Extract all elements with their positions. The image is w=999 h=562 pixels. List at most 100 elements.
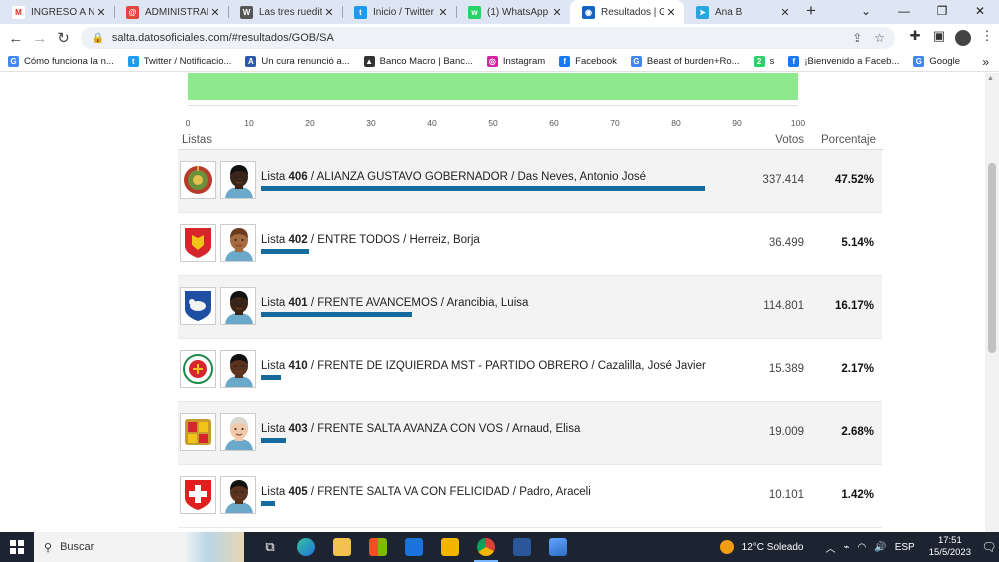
bookmark-label[interactable]: Facebook — [575, 56, 617, 67]
list-title: Lista 405 / FRENTE SALTA VA CON FELICIDA… — [261, 486, 591, 498]
bookmark-item[interactable]: G Google — [913, 56, 960, 67]
tab-close-icon[interactable]: ✕ — [778, 6, 792, 19]
browser-tab[interactable]: t Inicio / Twitter ✕ — [342, 0, 456, 24]
browser-tab[interactable]: M INGRESO A NDR✕ — [0, 0, 114, 24]
votes-count: 36.499 — [768, 237, 804, 249]
profile-avatar[interactable] — [951, 28, 975, 49]
share-icon[interactable]: ⇪ — [852, 31, 862, 45]
bookmark-favicon-icon: A — [245, 56, 257, 67]
list-result-row[interactable]: Lista 406 / ALIANZA GUSTAVO GOBERNADOR /… — [178, 150, 882, 213]
bookmark-star-icon[interactable]: ☆ — [874, 31, 885, 45]
task-view-icon[interactable]: ⧉ — [252, 532, 288, 562]
restore-button[interactable]: ❐ — [923, 0, 961, 24]
bookmark-label[interactable]: Banco Macro | Banc... — [380, 56, 473, 67]
tab-title[interactable]: (1) WhatsApp — [487, 7, 550, 18]
list-number: 410 — [288, 360, 308, 372]
tab-title[interactable]: Las tres rueditas — [259, 7, 322, 18]
vote-share-bar — [261, 249, 310, 254]
taskbar-search-placeholder[interactable]: Buscar — [60, 541, 94, 553]
edge-browser-icon[interactable] — [288, 532, 324, 562]
list-result-row[interactable]: Lista 410 / FRENTE DE IZQUIERDA MST - PA… — [178, 339, 882, 402]
bookmark-item[interactable]: f Facebook — [559, 56, 617, 67]
list-number: 406 — [288, 171, 308, 183]
bookmark-item[interactable]: G Cómo funciona la n... — [8, 56, 114, 67]
bookmark-label[interactable]: Instagram — [503, 56, 545, 67]
reload-icon[interactable]: ↻ — [52, 29, 76, 47]
language-indicator[interactable]: ESP — [895, 542, 915, 553]
bookmark-item[interactable]: A Un cura renunció a... — [245, 56, 350, 67]
bookmark-item[interactable]: t Twitter / Notificacio... — [127, 56, 232, 67]
windows-start-button[interactable] — [0, 532, 34, 562]
bookmark-item[interactable]: f ¡Bienvenido a Faceb... — [788, 56, 899, 67]
list-result-row[interactable]: Lista 403 / FRENTE SALTA AVANZA CON VOS … — [178, 402, 882, 465]
bookmark-item[interactable]: 2s — [753, 56, 775, 67]
extensions-puzzle-icon[interactable]: ✚ — [903, 28, 927, 49]
bookmark-label[interactable]: Cómo funciona la n... — [24, 56, 114, 67]
chart-tick-label: 30 — [366, 118, 376, 128]
scroll-up-arrow-icon[interactable]: ▲ — [987, 75, 994, 82]
list-result-row[interactable]: Lista 401 / FRENTE AVANCEMOS / Arancibia… — [178, 276, 882, 339]
chrome-icon[interactable] — [468, 532, 504, 562]
back-arrow-icon[interactable]: ← — [4, 30, 28, 47]
tab-search-icon[interactable]: ⌄ — [847, 0, 885, 24]
word-icon[interactable] — [504, 532, 540, 562]
list-result-row[interactable]: Lista 402 / ENTRE TODOS / Herreiz, Borja… — [178, 213, 882, 276]
browser-tab[interactable]: ➤ Ana B ✕ — [684, 0, 798, 24]
list-result-row[interactable]: Lista 405 / FRENTE SALTA VA CON FELICIDA… — [178, 465, 882, 528]
tab-close-icon[interactable]: ✕ — [322, 6, 336, 19]
minimize-button[interactable]: — — [885, 0, 923, 24]
page-scrollbar[interactable]: ▲ — [985, 73, 999, 532]
notifications-icon[interactable]: 🗨 — [979, 540, 999, 554]
photos-icon[interactable] — [540, 532, 576, 562]
wifi-icon[interactable]: ◠ — [858, 542, 867, 553]
bookmark-label[interactable]: Google — [929, 56, 960, 67]
browser-tab[interactable]: ◉ Resultados | Gob✕ — [570, 0, 684, 24]
close-window-button[interactable]: ✕ — [961, 0, 999, 24]
tab-title[interactable]: INGRESO A NDR — [31, 7, 94, 18]
taskbar-search-box[interactable]: ⚲ Buscar — [34, 532, 244, 562]
forward-arrow-icon[interactable]: → — [28, 30, 52, 47]
party-emblem-icon — [180, 413, 216, 451]
list-prefix: Lista — [261, 171, 286, 183]
tab-close-icon[interactable]: ✕ — [208, 6, 222, 19]
bookmarks-overflow-icon[interactable]: » — [982, 55, 989, 69]
new-tab-button[interactable]: + — [798, 0, 824, 24]
browser-tab[interactable]: @ ADMINISTRADOR✕ — [114, 0, 228, 24]
bookmark-item[interactable]: G Beast of burden+Ro... — [630, 56, 740, 67]
tab-close-icon[interactable]: ✕ — [436, 6, 450, 19]
lock-icon[interactable]: 🔒 — [91, 33, 103, 44]
chevron-up-icon[interactable]: ︿ — [826, 540, 836, 555]
browser-tab[interactable]: w (1) WhatsApp ✕ — [456, 0, 570, 24]
tab-title[interactable]: Resultados | Gob — [601, 7, 664, 18]
bookmark-label[interactable]: Beast of burden+Ro... — [647, 56, 740, 67]
browser-tab[interactable]: W Las tres rueditas✕ — [228, 0, 342, 24]
tab-close-icon[interactable]: ✕ — [550, 6, 564, 19]
winamp-icon[interactable] — [432, 532, 468, 562]
tab-title[interactable]: Inicio / Twitter — [373, 7, 436, 18]
network-icon[interactable]: ⌁ — [844, 542, 850, 553]
scrollbar-thumb[interactable] — [988, 163, 996, 353]
clock[interactable]: 17:51 15/5/2023 — [929, 535, 971, 559]
side-panel-icon[interactable]: ▣ — [927, 28, 951, 49]
tab-title[interactable]: Ana B — [715, 7, 778, 18]
votes-count: 114.801 — [763, 300, 804, 312]
bookmark-label[interactable]: ¡Bienvenido a Faceb... — [804, 56, 899, 67]
microsoft-store-icon[interactable] — [360, 532, 396, 562]
bookmark-favicon-icon: t — [127, 56, 139, 67]
tab-title[interactable]: ADMINISTRADOR — [145, 7, 208, 18]
bookmark-item[interactable]: ▲ Banco Macro | Banc... — [363, 56, 473, 67]
menu-kebab-icon[interactable]: ⋮ — [975, 28, 999, 49]
volume-icon[interactable]: 🔊 — [874, 542, 886, 553]
tab-close-icon[interactable]: ✕ — [94, 6, 108, 19]
bookmark-label[interactable]: Un cura renunció a... — [261, 56, 349, 67]
browser-tab-strip: MINGRESO A NDR✕@ADMINISTRADOR✕WLas tres … — [0, 0, 999, 24]
tab-close-icon[interactable]: ✕ — [664, 6, 678, 19]
bookmark-item[interactable]: ◎ Instagram — [486, 56, 545, 67]
file-explorer-icon[interactable] — [324, 532, 360, 562]
address-bar[interactable]: 🔒 salta.datosoficiales.com/#resultados/G… — [81, 27, 896, 49]
bookmark-label[interactable]: s — [770, 56, 775, 67]
url-text[interactable]: salta.datosoficiales.com/#resultados/GOB… — [112, 32, 840, 44]
bookmark-label[interactable]: Twitter / Notificacio... — [144, 56, 232, 67]
weather-widget[interactable]: 12°C Soleado — [719, 540, 804, 554]
mail-icon[interactable] — [396, 532, 432, 562]
